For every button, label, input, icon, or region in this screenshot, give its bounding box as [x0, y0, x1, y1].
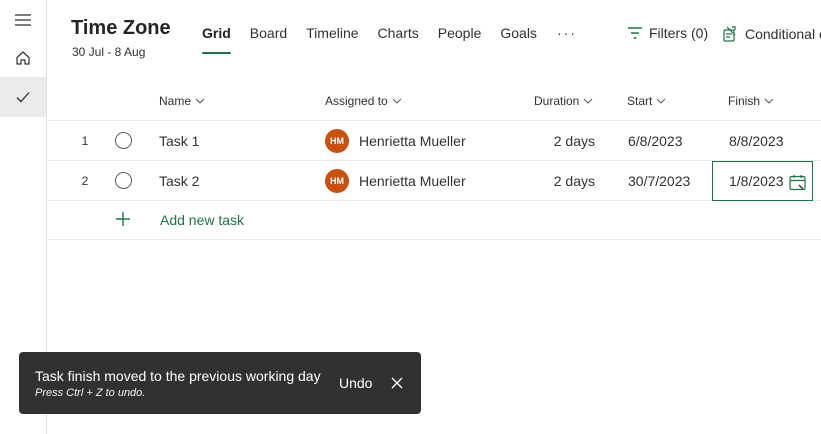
- column-header-duration[interactable]: Duration: [534, 94, 593, 108]
- column-header-label: Start: [627, 94, 653, 108]
- column-header-label: Assigned to: [325, 94, 388, 108]
- toast-hint: Press Ctrl + Z to undo.: [35, 387, 146, 399]
- tab-timeline[interactable]: Timeline: [306, 25, 358, 55]
- filters-button[interactable]: Filters (0): [627, 25, 708, 41]
- page-header: Time Zone 30 Jul - 8 Aug Grid Board Time…: [47, 0, 821, 80]
- assignee-name: Henrietta Mueller: [359, 172, 466, 189]
- assignee-name: Henrietta Mueller: [359, 132, 466, 149]
- task-grid: Name Assigned to Duration Start Finish 1…: [47, 80, 821, 240]
- home-icon: [16, 51, 30, 65]
- circle-icon: [115, 132, 132, 149]
- finish-date-cell[interactable]: 8/8/2023: [729, 121, 784, 160]
- tasks-button[interactable]: [0, 77, 46, 117]
- calendar-icon[interactable]: [789, 174, 806, 191]
- tab-charts[interactable]: Charts: [378, 25, 419, 55]
- undo-button[interactable]: Undo: [339, 375, 372, 391]
- complete-task-checkbox[interactable]: [115, 121, 133, 160]
- filter-icon: [628, 27, 642, 39]
- date-range: 30 Jul - 8 Aug: [72, 45, 146, 59]
- tab-goals[interactable]: Goals: [500, 25, 537, 55]
- conditional-formatting-button[interactable]: Conditional c: [721, 25, 821, 43]
- add-new-task-button[interactable]: Add new task: [160, 212, 244, 228]
- plus-icon[interactable]: [115, 211, 131, 227]
- chevron-down-icon: [583, 98, 593, 104]
- column-header-label: Finish: [728, 94, 761, 108]
- column-header-start[interactable]: Start: [627, 94, 666, 108]
- page-title: Time Zone: [71, 17, 171, 39]
- view-tabs: Grid Board Timeline Charts People Goals …: [202, 25, 596, 55]
- checkmark-icon: [16, 92, 30, 103]
- chevron-down-icon: [764, 98, 774, 104]
- chevron-down-icon: [656, 98, 666, 104]
- home-button[interactable]: [0, 38, 46, 78]
- more-tabs-button[interactable]: ···: [557, 25, 577, 55]
- duration-cell[interactable]: 2 days: [517, 121, 595, 160]
- finish-date-input[interactable]: 1/8/2023: [712, 161, 813, 201]
- conditional-formatting-icon: [723, 26, 736, 42]
- task-name[interactable]: Task 1: [159, 121, 199, 160]
- tab-grid[interactable]: Grid: [202, 25, 231, 55]
- undo-toast: Task finish moved to the previous workin…: [19, 352, 421, 414]
- duration-cell[interactable]: 2 days: [517, 161, 595, 200]
- chevron-down-icon: [392, 98, 402, 104]
- add-task-row[interactable]: Add new task: [47, 201, 821, 240]
- tab-board[interactable]: Board: [250, 25, 287, 55]
- hamburger-menu-button[interactable]: [0, 0, 46, 40]
- column-header-label: Name: [159, 94, 192, 108]
- table-row[interactable]: 1 Task 1 HM Henrietta Mueller 2 days 6/8…: [47, 121, 821, 161]
- circle-icon: [115, 172, 132, 189]
- avatar: HM: [325, 168, 349, 193]
- chevron-down-icon: [195, 98, 205, 104]
- conditional-label: Conditional c: [745, 26, 821, 42]
- tab-people[interactable]: People: [438, 25, 482, 55]
- toast-message: Task finish moved to the previous workin…: [35, 368, 321, 384]
- column-header-finish[interactable]: Finish: [728, 94, 774, 108]
- table-row[interactable]: 2 Task 2 HM Henrietta Mueller 2 days 30/…: [47, 161, 821, 201]
- column-header-assigned[interactable]: Assigned to: [325, 94, 402, 108]
- complete-task-checkbox[interactable]: [115, 161, 133, 200]
- assignee-cell[interactable]: HM Henrietta Mueller: [325, 161, 466, 200]
- start-date-cell[interactable]: 6/8/2023: [628, 121, 683, 160]
- close-icon[interactable]: [391, 377, 403, 389]
- hamburger-menu-icon: [15, 14, 31, 26]
- start-date-cell[interactable]: 30/7/2023: [628, 161, 690, 200]
- column-header-name[interactable]: Name: [159, 94, 205, 108]
- assignee-cell[interactable]: HM Henrietta Mueller: [325, 121, 466, 160]
- avatar: HM: [325, 128, 349, 153]
- task-name[interactable]: Task 2: [159, 161, 199, 200]
- row-number: 2: [81, 173, 89, 188]
- row-number: 1: [81, 133, 89, 148]
- filters-label: Filters (0): [649, 25, 709, 41]
- column-header-label: Duration: [534, 94, 580, 108]
- grid-header: Name Assigned to Duration Start Finish: [47, 80, 821, 121]
- finish-date-value: 1/8/2023: [729, 173, 784, 189]
